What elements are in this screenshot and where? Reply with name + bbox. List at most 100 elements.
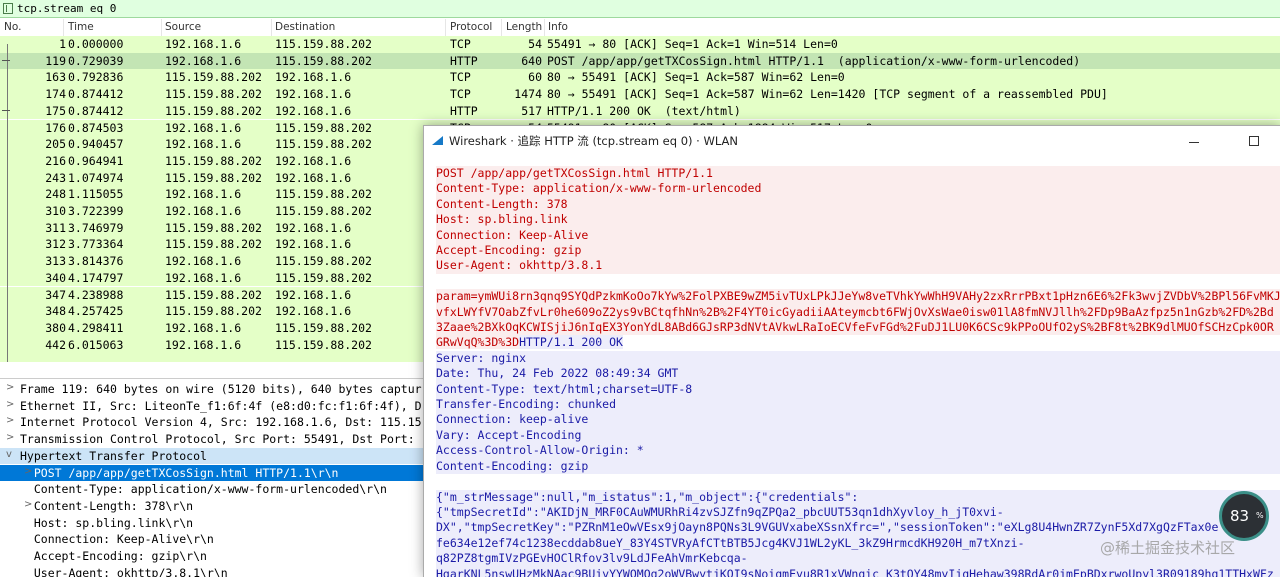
col-info[interactable]: Info [548, 21, 568, 33]
packet-proto: TCP [450, 70, 471, 85]
detail-text: Internet Protocol Version 4, Src: 192.16… [20, 415, 422, 430]
progress-gauge: 83 % [1219, 491, 1269, 541]
packet-row[interactable]: 119 0.729039 192.168.1.6 115.159.88.202 HTTP… [0, 52, 1280, 70]
packet-row[interactable]: 174 0.874412 115.159.88.202 192.168.1.6 TCP 1… [0, 86, 1280, 103]
packet-details-pane[interactable]: > Frame 119: 640 bytes on wire (5120 bits… [0, 378, 430, 577]
response-line: Content-Type: text/html;charset=UTF-8 [436, 381, 1280, 398]
packet-no: 380 [45, 320, 66, 335]
response-line: Vary: Accept-Encoding [436, 427, 1280, 444]
col-destination[interactable]: Destination [275, 21, 335, 33]
packet-src: 115.159.88.202 [165, 103, 262, 118]
detail-row[interactable]: Connection: Keep-Alive\r\n [0, 531, 430, 548]
response-line: Date: Thu, 24 Feb 2022 08:49:34 GMT [436, 366, 1280, 382]
packet-row[interactable]: 1 0.000000 192.168.1.6 115.159.88.202 TCP 54 5… [0, 36, 1280, 53]
wireshark-fin-icon [432, 136, 443, 145]
col-time[interactable]: Time [68, 21, 94, 33]
expand-toggle-icon[interactable]: > [6, 382, 16, 393]
filter-input[interactable]: tcp.stream eq 0 [17, 2, 116, 15]
request-line: Content-Type: application/x-www-form-url… [436, 181, 1280, 197]
packet-dst: 115.159.88.202 [275, 120, 372, 135]
detail-row[interactable]: > POST /app/app/getTXCosSign.html HTTP/1… [0, 464, 430, 482]
dialog-title: Wireshark · 追踪 HTTP 流 (tcp.stream eq 0) … [449, 134, 738, 148]
packet-time: 0.874412 [68, 103, 124, 118]
packet-proto: HTTP [450, 103, 478, 118]
detail-text: Frame 119: 640 bytes on wire (5120 bits)… [20, 382, 422, 396]
packet-dst: 115.159.88.202 [275, 270, 372, 285]
packet-dst: 115.159.88.202 [275, 137, 372, 152]
packet-src: 192.168.1.6 [165, 254, 242, 269]
detail-row[interactable]: > Transmission Control Protocol, Src Port… [0, 431, 430, 448]
request-line: 3Zaae%2BXkOqKCWISjiJ6nIqEX3YonYdL8ABd6GJ… [436, 320, 1280, 336]
request-line: Content-Length: 378 [436, 196, 1280, 213]
request-line: param=ymWUi8rn3qnq9SYQdPzkmKoOo7kYw%2Fol… [436, 289, 1280, 305]
detail-row[interactable]: > Frame 119: 640 bytes on wire (5120 bits… [0, 381, 430, 398]
col-protocol[interactable]: Protocol [450, 21, 492, 33]
detail-text: Host: sp.bling.link\r\n [20, 515, 194, 530]
packet-no: 312 [45, 237, 66, 252]
expand-toggle-icon[interactable]: > [6, 399, 16, 410]
detail-row[interactable]: > Content-Length: 378\r\n [0, 498, 430, 515]
packet-dst: 115.159.88.202 [275, 337, 372, 352]
col-no[interactable]: No. [4, 21, 21, 33]
packet-src: 192.168.1.6 [165, 120, 242, 135]
bookmark-icon[interactable] [3, 3, 13, 14]
minimize-button[interactable] [1179, 131, 1209, 151]
stream-boundary-line: GRwVqQ%3D%3DHTTP/1.1 200 OK [436, 335, 1280, 350]
packet-len: 640 [521, 53, 542, 68]
packet-no: 313 [45, 254, 66, 269]
detail-row[interactable]: > Internet Protocol Version 4, Src: 192.1… [0, 414, 430, 431]
packet-src: 115.159.88.202 [165, 153, 262, 168]
packet-src: 115.159.88.202 [165, 220, 262, 235]
packet-len: 54 [528, 37, 542, 51]
detail-text: Connection: Keep-Alive\r\n [20, 532, 214, 547]
detail-row[interactable]: User-Agent: okhttp/3.8.1\r\n [0, 565, 430, 577]
packet-no: 243 [45, 170, 66, 185]
expand-toggle-icon[interactable]: v [6, 449, 16, 460]
packet-no: 310 [45, 204, 66, 218]
packet-time: 4.298411 [68, 320, 124, 335]
packet-time: 0.964941 [68, 153, 124, 168]
expand-toggle-icon[interactable]: > [6, 432, 16, 443]
detail-row[interactable]: v Hypertext Transfer Protocol [0, 447, 430, 465]
packet-dst: 115.159.88.202 [275, 187, 372, 202]
packet-src: 192.168.1.6 [165, 53, 242, 68]
packet-row[interactable]: 175 0.874412 115.159.88.202 192.168.1.6 HTTP… [0, 102, 1280, 120]
packet-time: 6.015063 [68, 337, 124, 352]
request-line: Connection: Keep-Alive [436, 227, 1280, 244]
detail-text: Transmission Control Protocol, Src Port:… [20, 432, 415, 447]
expand-toggle-icon[interactable]: > [6, 415, 16, 426]
stream-content[interactable]: POST /app/app/getTXCosSign.html HTTP/1.1… [436, 166, 1280, 577]
packet-no: 174 [45, 87, 66, 102]
packet-list-header: No. Time Source Destination Protocol Len… [0, 19, 1280, 37]
col-source[interactable]: Source [165, 21, 201, 33]
response-line: {"tmpSecretId":"AKIDjN_MRF0CAuWMURhRi4zv… [436, 504, 1280, 521]
packet-src: 115.159.88.202 [165, 87, 262, 102]
packet-src: 192.168.1.6 [165, 320, 242, 335]
packet-src: 192.168.1.6 [165, 270, 242, 285]
packet-time: 3.814376 [68, 254, 124, 269]
display-filter-bar[interactable]: tcp.stream eq 0 [0, 0, 1280, 18]
packet-no: 248 [45, 187, 66, 202]
packet-info: 80 → 55491 [ACK] Seq=1 Ack=587 Win=62 Le… [547, 87, 1108, 102]
col-length[interactable]: Length [506, 21, 542, 33]
dialog-titlebar[interactable]: Wireshark · 追踪 HTTP 流 (tcp.stream eq 0) … [424, 126, 1280, 156]
packet-time: 0.940457 [68, 137, 124, 152]
packet-dst: 192.168.1.6 [275, 103, 352, 118]
packet-src: 115.159.88.202 [165, 70, 262, 85]
packet-src: 192.168.1.6 [165, 137, 242, 152]
maximize-button[interactable] [1239, 131, 1269, 151]
follow-http-stream-dialog: Wireshark · 追踪 HTTP 流 (tcp.stream eq 0) … [423, 125, 1280, 577]
detail-row[interactable]: Content-Type: application/x-www-form-url… [0, 481, 430, 498]
detail-row[interactable]: Accept-Encoding: gzip\r\n [0, 548, 430, 565]
gauge-value: 83 [1230, 507, 1250, 525]
detail-row[interactable]: Host: sp.bling.link\r\n [0, 515, 430, 532]
packet-src: 192.168.1.6 [165, 204, 242, 218]
watermark: @稀土掘金技术社区 [1100, 539, 1236, 557]
packet-no: 1 [59, 37, 66, 51]
packet-proto: TCP [450, 37, 471, 51]
packet-src: 115.159.88.202 [165, 287, 262, 302]
packet-row[interactable]: 163 0.792836 115.159.88.202 192.168.1.6 TCP 6… [0, 69, 1280, 87]
detail-row[interactable]: > Ethernet II, Src: LiteonTe_f1:6f:4f (e8… [0, 398, 430, 415]
detail-text: Hypertext Transfer Protocol [20, 448, 207, 463]
request-line: Host: sp.bling.link [436, 212, 1280, 228]
